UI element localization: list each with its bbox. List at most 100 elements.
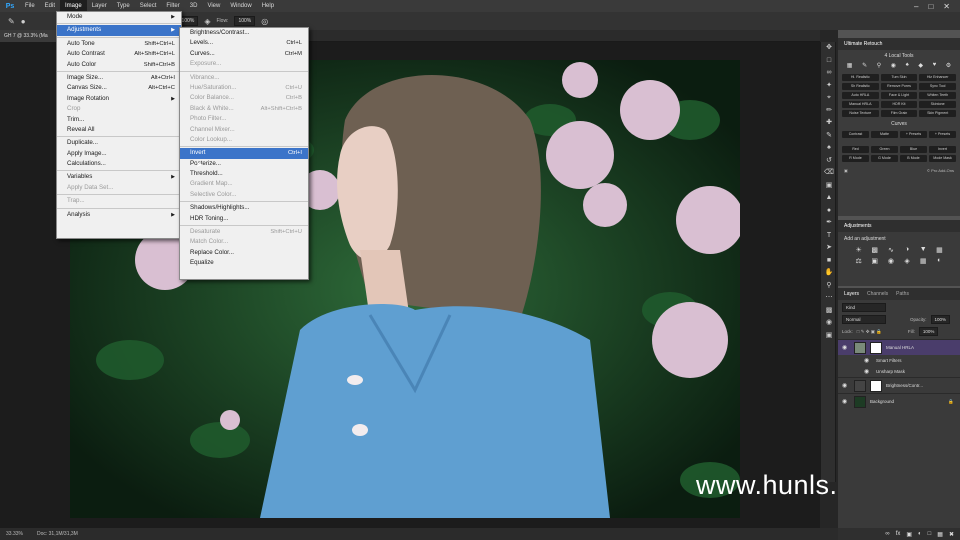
- color-button[interactable]: G Mode: [871, 155, 898, 162]
- curves-icon[interactable]: ∿: [884, 246, 897, 254]
- menu-help[interactable]: Help: [257, 0, 279, 12]
- move-tool-icon[interactable]: ✥: [821, 42, 837, 55]
- color-swatches-icon[interactable]: ▩: [821, 305, 837, 318]
- retouch-button[interactable]: Skin Pigment: [919, 110, 956, 117]
- heart-icon[interactable]: ♥: [933, 62, 937, 69]
- crop-tool-icon[interactable]: ⌖: [821, 92, 837, 105]
- brightness-icon[interactable]: ☀: [852, 246, 865, 254]
- document-tab[interactable]: GH 7 @ 33.3% (Ma: [0, 30, 56, 42]
- retouch-button[interactable]: Whiten Teeth: [919, 92, 956, 99]
- adjustments-menu-item[interactable]: Shadows/Highlights...: [180, 203, 308, 213]
- adjustments-menu-item[interactable]: Levels... Ctrl+L: [180, 38, 308, 48]
- retouch-button[interactable]: Face & Light: [880, 92, 918, 99]
- image-menu-item[interactable]: Auto Contrast Alt+Shift+Ctrl+L: [57, 49, 181, 59]
- maximize-icon[interactable]: □: [928, 2, 933, 11]
- tab-paths[interactable]: Paths: [896, 288, 909, 300]
- lasso-tool-icon[interactable]: ∞: [821, 67, 837, 80]
- pen-tool-icon[interactable]: ✒: [821, 217, 837, 230]
- stamp-icon[interactable]: ♠: [906, 62, 909, 69]
- retouch-button[interactable]: Noise Texture: [842, 110, 879, 117]
- layer-mask-thumbnail[interactable]: [870, 379, 882, 392]
- retouch-button[interactable]: Sync Tool: [919, 83, 956, 90]
- grid-icon[interactable]: ▦: [847, 62, 853, 69]
- curves-button[interactable]: + Presets: [900, 131, 927, 138]
- menu-3d[interactable]: 3D: [185, 0, 203, 12]
- layer-filter-kind[interactable]: Kind: [842, 303, 886, 312]
- delete-layer-icon[interactable]: ✖: [949, 531, 954, 538]
- smart-filters-row[interactable]: ◉ Smart Filters: [838, 355, 960, 366]
- clone-stamp-icon[interactable]: ♠: [821, 142, 837, 155]
- photo-filter-icon[interactable]: ◉: [884, 257, 897, 265]
- black-white-icon[interactable]: ▣: [868, 257, 881, 265]
- zoom-tool-icon[interactable]: ⚲: [821, 280, 837, 293]
- opacity-field[interactable]: 100%: [930, 315, 951, 324]
- adjustments-menu-item[interactable]: Invert Ctrl+I: [180, 148, 308, 159]
- edit-toolbar-icon[interactable]: ⋯: [821, 292, 837, 305]
- image-menu-item[interactable]: Duplicate...: [57, 138, 181, 148]
- pressure-icon[interactable]: ◎: [261, 17, 268, 26]
- airbrush-icon[interactable]: ◈: [204, 17, 210, 26]
- circle-icon[interactable]: ◉: [891, 62, 896, 69]
- color-button[interactable]: Mode Mask: [929, 155, 956, 162]
- channel-mixer-icon[interactable]: ◈: [901, 257, 914, 265]
- close-icon[interactable]: ✕: [943, 2, 950, 11]
- color-button[interactable]: R Mode: [842, 155, 869, 162]
- adjustments-menu-item[interactable]: Curves... Ctrl+M: [180, 49, 308, 59]
- history-brush-icon[interactable]: ↺: [821, 155, 837, 168]
- status-zoom[interactable]: 33.33%: [6, 531, 23, 537]
- unsharp-mask-row[interactable]: ◉ Unsharp Mask: [838, 366, 960, 377]
- menu-file[interactable]: File: [20, 0, 40, 12]
- retouch-button[interactable]: Auto HRLA: [842, 92, 879, 99]
- vibrance-icon[interactable]: ▼: [917, 246, 930, 254]
- fill-field[interactable]: 100%: [918, 327, 939, 336]
- diamond-icon[interactable]: ◆: [918, 62, 923, 69]
- retouch-button[interactable]: Film Grain: [880, 110, 918, 117]
- invert-icon[interactable]: ◐: [933, 257, 946, 265]
- image-menu-item[interactable]: Auto Color Shift+Ctrl+B: [57, 60, 181, 70]
- layer-row[interactable]: ◉ Background 🔒: [838, 393, 960, 409]
- add-mask-icon[interactable]: ▣: [906, 531, 912, 538]
- adjustments-panel-title[interactable]: Adjustments: [844, 220, 872, 232]
- brush-tool-icon[interactable]: ✎: [8, 17, 15, 26]
- marquee-tool-icon[interactable]: □: [821, 55, 837, 68]
- retouch-button[interactable]: Tum Skin: [880, 74, 918, 81]
- color-lookup-icon[interactable]: ▦: [917, 257, 930, 265]
- gradient-icon[interactable]: ▣: [821, 180, 837, 193]
- eyedropper-icon[interactable]: ✏: [821, 105, 837, 118]
- color-button[interactable]: Red: [842, 146, 869, 153]
- panel-menu-icon[interactable]: ▣: [844, 168, 848, 173]
- brush-icon[interactable]: ✎: [862, 62, 867, 69]
- blur-tool-icon[interactable]: ▲: [821, 192, 837, 205]
- menu-window[interactable]: Window: [225, 0, 256, 12]
- image-menu-item[interactable]: Auto Tone Shift+Ctrl+L: [57, 39, 181, 49]
- rectangle-tool-icon[interactable]: ■: [821, 255, 837, 268]
- retouch-button[interactable]: Skintone: [919, 101, 956, 108]
- levels-icon[interactable]: ▩: [868, 246, 881, 254]
- lock-icons[interactable]: □ ✎ ✥ ▣ 🔒: [857, 329, 882, 335]
- retouch-button[interactable]: HDR Kit: [880, 101, 918, 108]
- gear-icon[interactable]: ⚙: [946, 62, 951, 69]
- image-menu-item[interactable]: Adjustments ▶: [57, 25, 181, 36]
- layer-row[interactable]: ◉ Brightness/Contr...: [838, 377, 960, 393]
- visibility-eye-icon[interactable]: ◉: [842, 382, 850, 389]
- retouch-panel-title[interactable]: Ultimate Retouch: [844, 38, 882, 50]
- image-menu-item[interactable]: Reveal All: [57, 125, 181, 135]
- image-menu-item[interactable]: Analysis ▶: [57, 210, 181, 220]
- path-select-icon[interactable]: ➤: [821, 242, 837, 255]
- curves-button[interactable]: + Presets: [929, 131, 956, 138]
- retouch-button[interactable]: Hiz Enhancer: [919, 74, 956, 81]
- curves-button[interactable]: Matte: [871, 131, 898, 138]
- image-menu-item[interactable]: Trim...: [57, 115, 181, 125]
- screen-mode-icon[interactable]: ▣: [821, 330, 837, 343]
- link-layers-icon[interactable]: ∞: [885, 531, 889, 537]
- menu-view[interactable]: View: [202, 0, 225, 12]
- adjustments-menu-item[interactable]: Replace Color...: [180, 248, 308, 258]
- minimize-icon[interactable]: –: [914, 2, 918, 11]
- image-menu-item[interactable]: Image Rotation ▶: [57, 94, 181, 104]
- flow-value-field[interactable]: 100%: [234, 16, 256, 26]
- color-balance-icon[interactable]: ⚖: [852, 257, 865, 265]
- quick-select-icon[interactable]: ✦: [821, 80, 837, 93]
- curves-button[interactable]: Contrast: [842, 131, 869, 138]
- retouch-button[interactable]: Sh Realistic: [842, 83, 879, 90]
- retouch-button[interactable]: Remove Pores: [880, 83, 918, 90]
